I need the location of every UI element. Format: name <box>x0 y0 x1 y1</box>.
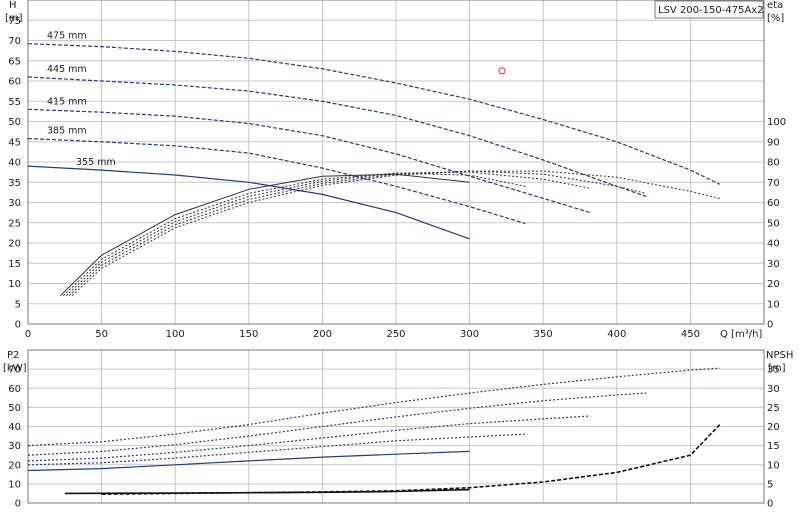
efficiency-tick-label: 60 <box>767 198 780 209</box>
impeller-diameter-label: 475 mm <box>47 31 87 42</box>
head-tick-label: 40 <box>8 158 21 169</box>
efficiency-tick-label: 40 <box>767 239 780 250</box>
flow-tick-label: 400 <box>607 329 626 340</box>
head-axis-label-1: H <box>9 0 17 11</box>
flow-tick-labels: 0 50 100 150 200 250 300 350 400 450 <box>25 329 700 340</box>
flow-tick-label: 450 <box>681 329 700 340</box>
flow-tick-label: 350 <box>534 329 553 340</box>
eta-axis-label-1: eta <box>767 0 783 11</box>
power-tick-label: 10 <box>8 479 21 490</box>
head-tick-label: 60 <box>8 77 21 88</box>
efficiency-tick-label: 100 <box>767 117 786 128</box>
head-tick-label: 30 <box>8 198 21 209</box>
power-axis-label-2: [kW] <box>3 363 27 374</box>
npsh-axis-label-2: [m] <box>768 363 786 374</box>
npsh-tick-label: 10 <box>767 460 780 471</box>
flow-tick-label: 0 <box>25 329 31 340</box>
efficiency-tick-label: 20 <box>767 279 780 290</box>
npsh-tick-label: 20 <box>767 422 780 433</box>
head-tick-label: 5 <box>15 299 21 310</box>
power-tick-label: 0 <box>15 499 21 510</box>
efficiency-tick-label: 90 <box>767 137 780 148</box>
efficiency-tick-label: 70 <box>767 178 780 189</box>
power-tick-label: 20 <box>8 460 21 471</box>
head-tick-label: 55 <box>8 97 21 108</box>
head-tick-label: 50 <box>8 117 21 128</box>
power-tick-labels: 010203040506070 <box>8 365 21 510</box>
power-axis-label-1: P2 <box>7 350 19 361</box>
flow-tick-label: 300 <box>460 329 479 340</box>
efficiency-tick-labels: 0 10 20 30 40 50 60 70 80 90 100 <box>767 117 786 331</box>
eta-axis-label-2: [%] <box>767 13 784 24</box>
head-tick-label: 25 <box>8 218 21 229</box>
npsh-axis-label-1: NPSH <box>766 350 793 361</box>
flow-tick-label: 250 <box>386 329 405 340</box>
head-axis-label-2: [m] <box>5 13 23 24</box>
power-npsh-panel: 010203040506070 05101520253035 P2 [kW] N… <box>3 349 793 510</box>
flow-tick-label: 200 <box>313 329 332 340</box>
power-tick-label: 50 <box>8 403 21 414</box>
npsh-tick-label: 0 <box>767 499 773 510</box>
efficiency-tick-label: 80 <box>767 158 780 169</box>
head-tick-label: 20 <box>8 239 21 250</box>
efficiency-tick-label: 50 <box>767 218 780 229</box>
head-tick-labels: 051015202530354045505560657075 <box>8 16 21 331</box>
efficiency-tick-label: 10 <box>767 299 780 310</box>
power-tick-label: 40 <box>8 422 21 433</box>
head-tick-label: 0 <box>15 320 21 331</box>
power-tick-label: 60 <box>8 384 21 395</box>
pump-curve-chart: 0 50 100 150 200 250 300 350 400 450 051015202530… <box>3 0 793 510</box>
flow-axis-label: Q [m³/h] <box>720 329 762 340</box>
npsh-tick-labels: 05101520253035 <box>767 365 780 510</box>
power-tick-label: 30 <box>8 441 21 452</box>
chart-title-box: LSV 200-150-475Ax2 <box>654 0 764 19</box>
head-tick-label: 65 <box>8 56 21 67</box>
chart-title: LSV 200-150-475Ax2 <box>658 5 764 16</box>
npsh-tick-label: 5 <box>767 479 773 490</box>
head-tick-label: 10 <box>8 279 21 290</box>
impeller-diameter-label: 445 mm <box>47 64 87 75</box>
efficiency-tick-label: 0 <box>767 320 773 331</box>
head-tick-label: 45 <box>8 137 21 148</box>
head-tick-label: 70 <box>8 36 21 47</box>
head-efficiency-panel: 0 50 100 150 200 250 300 350 400 450 051015202530… <box>5 0 786 340</box>
head-tick-label: 35 <box>8 178 21 189</box>
head-tick-label: 15 <box>8 259 21 270</box>
efficiency-tick-label: 30 <box>767 259 780 270</box>
npsh-tick-label: 30 <box>767 384 780 395</box>
npsh-tick-label: 15 <box>767 441 780 452</box>
flow-tick-label: 100 <box>166 329 185 340</box>
flow-tick-label: 150 <box>239 329 258 340</box>
impeller-diameter-label: 415 mm <box>47 96 87 107</box>
flow-tick-label: 50 <box>95 329 108 340</box>
impeller-diameter-label: 385 mm <box>47 126 87 137</box>
npsh-tick-label: 25 <box>767 403 780 414</box>
impeller-diameter-label: 355 mm <box>76 157 116 168</box>
